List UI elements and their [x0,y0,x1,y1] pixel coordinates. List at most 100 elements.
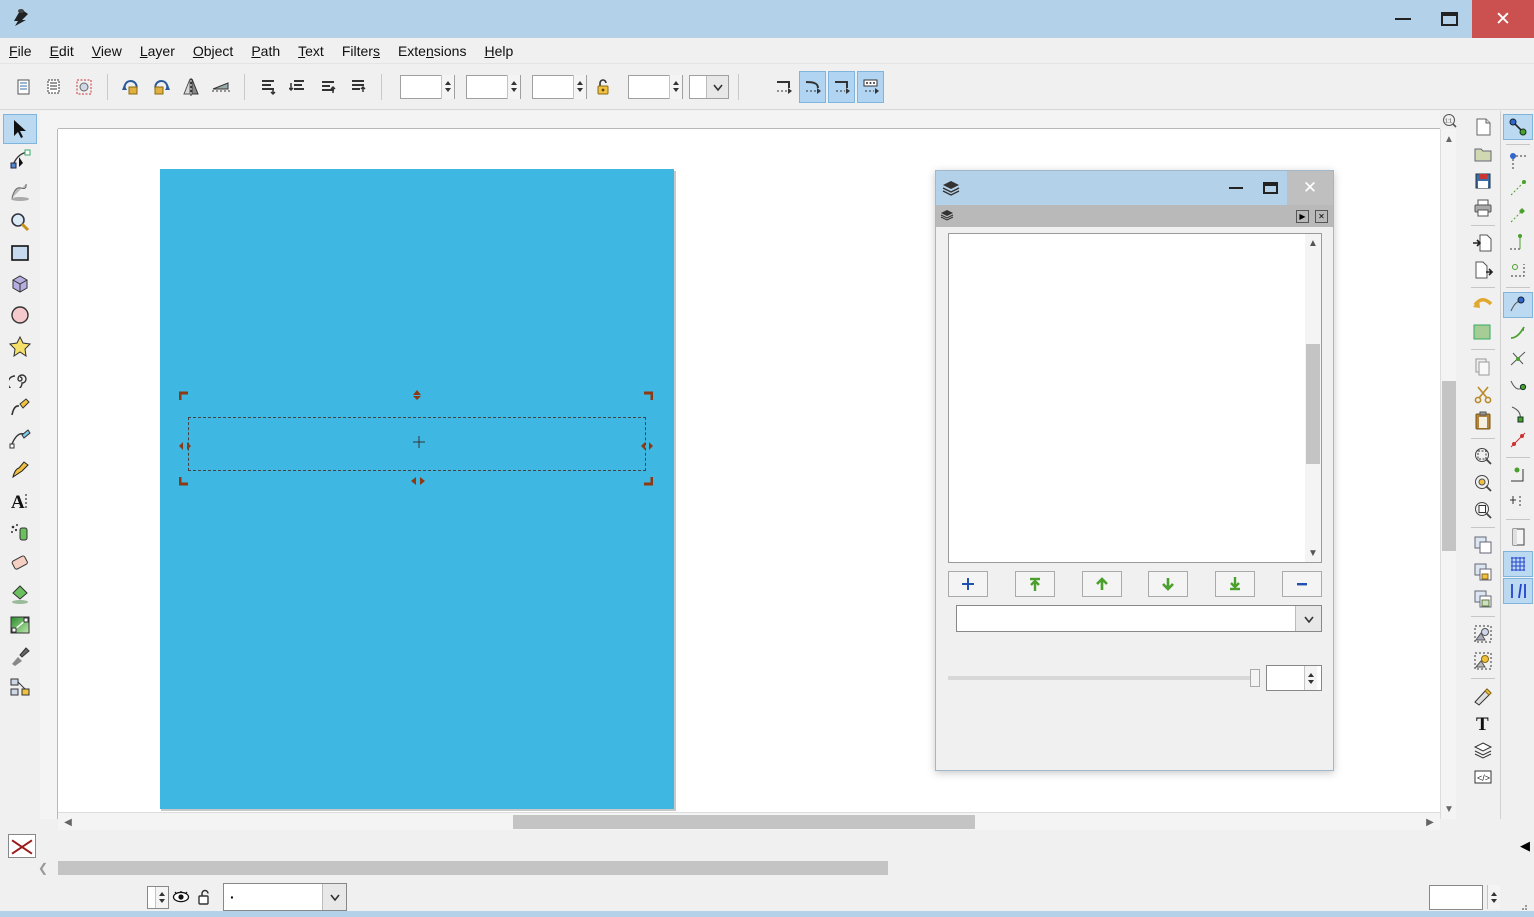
duplicate-icon[interactable] [1468,532,1498,558]
dropper-tool-icon[interactable] [3,641,37,671]
snap-midpoint-icon[interactable] [1503,427,1533,453]
layers-scroll-down-icon[interactable]: ▼ [1305,544,1321,562]
selector-tool-icon[interactable] [3,114,37,144]
w-input[interactable] [532,74,587,99]
snap-guide-icon[interactable] [1502,578,1533,604]
selection-handle-bottom-right[interactable] [641,474,654,486]
color-palette[interactable]: ◀ [0,833,1534,859]
select-all-icon[interactable] [10,73,38,101]
tweak-tool-icon[interactable] [3,176,37,206]
palette-scrollbar[interactable]: ❮ [0,859,1534,877]
menu-text[interactable]: Text [289,40,333,62]
select-all-in-layers-icon[interactable] [40,73,68,101]
bezier-pen-tool-icon[interactable] [3,424,37,454]
palette-menu-icon[interactable]: ◀ [1516,834,1534,858]
open-document-icon[interactable] [1468,141,1498,167]
menu-object[interactable]: Object [184,40,242,62]
chevron-down-icon[interactable] [322,884,346,910]
opacity-input[interactable] [1266,665,1322,691]
y-spinner[interactable] [507,74,520,99]
export-icon[interactable] [1468,257,1498,283]
h-spinner[interactable] [669,74,682,99]
layers-list[interactable]: ▲ ▼ [948,233,1322,563]
lower-to-bottom-icon[interactable] [254,73,282,101]
w-spinner[interactable] [573,74,586,99]
y-input[interactable] [466,74,521,99]
zoom-tool-icon[interactable] [3,207,37,237]
dock-close-icon[interactable]: ✕ [1315,209,1328,223]
snap-rotation-center-icon[interactable] [1503,489,1533,515]
selection-handle-top-center[interactable] [411,388,423,400]
menu-help[interactable]: Help [475,40,522,62]
raise-layer-to-top-button[interactable] [1014,571,1055,597]
opacity-status-spinner[interactable] [155,886,168,908]
print-document-icon[interactable] [1468,195,1498,221]
rotate-cw-icon[interactable] [147,73,175,101]
transform-dialog-icon[interactable] [1468,648,1498,674]
vertical-ruler[interactable] [40,129,58,819]
pencil-tool-icon[interactable] [3,393,37,423]
rectangle-tool-icon[interactable] [3,238,37,268]
selection-handle-bottom-center[interactable] [411,474,425,485]
delete-layer-button[interactable] [1281,571,1322,597]
x-spinner[interactable] [441,74,454,99]
lock-ratio-icon[interactable] [589,73,617,101]
gradient-tool-icon[interactable] [3,610,37,640]
flip-horizontal-icon[interactable] [177,73,205,101]
new-document-icon[interactable] [1468,114,1498,140]
connector-tool-icon[interactable] [3,672,37,702]
paint-bucket-tool-icon[interactable] [3,579,37,609]
menu-layer[interactable]: Layer [131,40,184,62]
snap-cusp-node-icon[interactable] [1503,373,1533,399]
none-color-swatch[interactable] [8,834,36,858]
layers-scroll-thumb[interactable] [1306,344,1320,464]
undo-icon[interactable] [1468,292,1498,318]
snap-page-border-icon[interactable] [1503,524,1533,550]
eye-open-icon[interactable] [169,885,193,909]
copy-icon[interactable] [1468,354,1498,380]
layers-dialog[interactable]: ✕ ▶ ✕ ▲ ▼ [935,170,1334,771]
cut-icon[interactable] [1468,381,1498,407]
rotate-ccw-icon[interactable] [117,73,145,101]
raise-icon[interactable] [314,73,342,101]
opacity-slider[interactable] [948,668,1260,688]
lock-open-icon[interactable] [193,885,217,909]
zoom-selection-icon[interactable] [1468,443,1498,469]
selection-handle-right[interactable] [641,439,653,450]
snap-path-icon[interactable] [1503,319,1533,345]
palette-scroll-thumb[interactable] [58,861,888,875]
menu-filters[interactable]: Filters [333,40,389,62]
palette-swatches[interactable] [36,834,1516,858]
blend-mode-select[interactable] [956,605,1322,632]
fill-stroke-icon[interactable] [1468,683,1498,709]
snap-nodes-icon[interactable] [1502,292,1533,318]
chevron-down-icon[interactable] [1295,606,1321,631]
deselect-icon[interactable] [70,73,98,101]
opacity-status-input[interactable] [147,885,169,909]
zoom-to-fit-corner-icon[interactable]: 1:1 [1440,111,1458,129]
selection-handle-top-right[interactable] [641,389,654,400]
menu-extensions[interactable]: Extensions [389,40,476,62]
h-input[interactable] [628,74,683,99]
selection-handle-left[interactable] [179,439,191,450]
scroll-up-icon[interactable]: ▲ [1441,129,1457,149]
current-layer-select[interactable]: · [223,883,347,911]
layers-dialog-icon[interactable] [1468,737,1498,763]
snap-bbox-edge-icon[interactable] [1503,176,1533,202]
menu-path[interactable]: Path [242,40,289,62]
raise-to-top-icon[interactable] [344,73,372,101]
lower-icon[interactable] [284,73,312,101]
affect-rounded-corners-icon[interactable] [799,70,826,103]
snap-enable-icon[interactable] [1502,114,1533,140]
horizontal-scroll-thumb[interactable] [513,815,975,829]
ellipse-tool-icon[interactable] [3,300,37,330]
maximize-button[interactable] [1426,0,1472,38]
zoom-drawing-icon[interactable] [1468,470,1498,496]
x-input[interactable] [400,74,455,99]
xml-editor-icon[interactable]: </> [1468,764,1498,790]
snap-bbox-center-icon[interactable] [1503,257,1533,283]
chevron-down-icon[interactable] [706,75,728,98]
layers-minimize-button[interactable] [1219,171,1253,205]
selection-handle-bottom-left[interactable] [178,474,191,486]
scroll-left-icon[interactable]: ◀ [58,813,78,831]
